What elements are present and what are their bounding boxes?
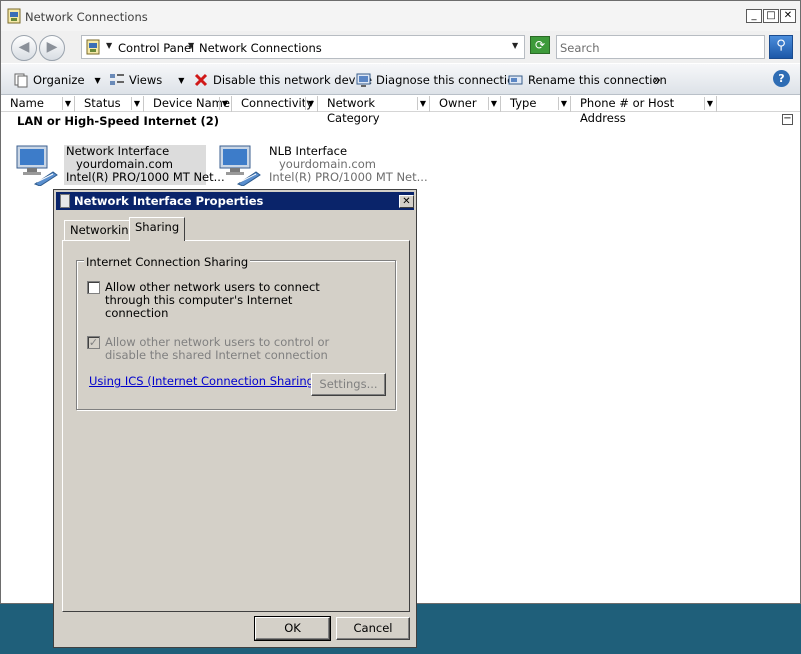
search-placeholder: Search: [560, 41, 600, 55]
allow-connect-checkbox[interactable]: [87, 281, 100, 294]
chevron-down-icon[interactable]: ▼: [131, 97, 142, 110]
breadcrumb-network-connections[interactable]: Network Connections: [199, 41, 322, 55]
chevron-down-icon[interactable]: ▼: [417, 97, 428, 110]
rename-label: Rename this connection: [528, 73, 667, 87]
back-arrow-icon: ◀: [18, 39, 30, 55]
diagnose-icon: [356, 73, 371, 87]
dialog-title: Network Interface Properties: [74, 194, 264, 208]
chevron-down-icon[interactable]: ▼: [704, 97, 715, 110]
dialog-close-button[interactable]: ✕: [399, 195, 414, 208]
back-button[interactable]: ◀: [11, 35, 37, 61]
views-icon: [110, 74, 124, 85]
dialog-title-bar[interactable]: Network Interface Properties ✕: [56, 192, 414, 210]
search-button[interactable]: ⚲: [769, 35, 793, 59]
network-adapter-icon: [60, 194, 70, 208]
settings-button: Settings...: [311, 373, 386, 396]
maximize-button[interactable]: □: [763, 9, 779, 23]
column-network-category[interactable]: Network Category ▼: [318, 96, 430, 125]
network-folder-icon: [7, 8, 21, 24]
chevron-down-icon[interactable]: ▼: [62, 97, 73, 110]
address-dropdown-icon[interactable]: ▼: [512, 41, 518, 50]
connection-item-nlb-interface[interactable]: NLB Interface yourdomain.com Intel(R) PR…: [216, 144, 428, 186]
chevron-down-icon[interactable]: ▼: [488, 97, 499, 110]
command-toolbar: Organize ▼ Views ▼ Disable this network …: [1, 64, 800, 95]
properties-dialog: Network Interface Properties ✕ Networkin…: [53, 189, 417, 648]
column-device-name[interactable]: Device Name ▼: [144, 96, 232, 112]
refresh-button[interactable]: ⟳: [530, 36, 550, 54]
diagnose-button[interactable]: Diagnose this connection: [356, 71, 521, 89]
breadcrumb-control-panel[interactable]: Control Panel: [118, 41, 194, 55]
network-adapter-icon: [219, 145, 261, 186]
connection-item-network-interface[interactable]: Network Interface yourdomain.com Intel(R…: [13, 144, 225, 186]
connection-item-label: NLB Interface yourdomain.com Intel(R) PR…: [269, 145, 428, 184]
breadcrumb-separator-icon[interactable]: ▼: [188, 41, 194, 50]
rename-icon: [508, 75, 523, 85]
breadcrumb-separator-icon[interactable]: ▼: [106, 41, 112, 50]
views-label: Views: [129, 73, 163, 87]
window-title: Network Connections: [25, 10, 148, 24]
column-status[interactable]: Status ▼: [75, 96, 144, 112]
column-connectivity[interactable]: Connectivity ▼: [232, 96, 318, 112]
forward-arrow-icon: ▶: [46, 39, 58, 55]
address-bar[interactable]: ▼ Control Panel ▼ Network Connections ▼: [81, 35, 525, 59]
column-name[interactable]: Name ▼: [1, 96, 75, 112]
chevron-down-icon: ▼: [178, 75, 185, 85]
allow-control-label: Allow other network users to control or …: [105, 335, 330, 362]
connection-device: Intel(R) PRO/1000 MT Net...: [66, 170, 225, 184]
tab-sharing[interactable]: Sharing: [129, 217, 186, 241]
rename-button[interactable]: Rename this connection: [508, 71, 667, 89]
chevron-down-icon: ▼: [94, 75, 101, 85]
column-headers: Name ▼ Status ▼ Device Name ▼ Connectivity ▼…: [1, 96, 800, 125]
search-input[interactable]: Search: [556, 35, 765, 59]
refresh-icon: ⟳: [534, 38, 546, 52]
close-button[interactable]: ✕: [780, 9, 796, 23]
organize-icon: [14, 73, 28, 88]
chevron-down-icon[interactable]: ▼: [305, 97, 316, 110]
control-panel-icon: [86, 39, 100, 55]
column-type[interactable]: Type ▼: [501, 96, 571, 112]
help-icon[interactable]: ?: [773, 70, 790, 87]
double-chevron-icon: »: [653, 72, 661, 88]
column-phone-host[interactable]: Phone # or Host Address ▼: [571, 96, 717, 125]
cancel-button[interactable]: Cancel: [336, 617, 410, 640]
title-bar[interactable]: Network Connections _ □ ✕: [1, 1, 800, 31]
more-commands-button[interactable]: »: [653, 71, 661, 89]
red-x-icon: [194, 73, 208, 87]
navigation-bar: ◀ ▶ ▼ Control Panel ▼ Network Connection…: [1, 31, 800, 63]
column-owner[interactable]: Owner ▼: [430, 96, 501, 112]
network-adapter-icon: [16, 145, 58, 186]
diagnose-label: Diagnose this connection: [376, 73, 522, 87]
ics-help-link[interactable]: Using ICS (Internet Connection Sharing): [89, 374, 318, 388]
chevron-down-icon[interactable]: ▼: [219, 97, 230, 110]
allow-connect-label[interactable]: Allow other network users to connect thr…: [105, 281, 355, 320]
search-icon: ⚲: [776, 38, 786, 53]
group-header[interactable]: LAN or High-Speed Internet (2): [17, 114, 219, 128]
collapse-icon[interactable]: −: [782, 114, 793, 125]
minimize-button[interactable]: _: [746, 9, 762, 23]
disable-device-label: Disable this network device: [213, 73, 373, 87]
forward-button[interactable]: ▶: [39, 35, 65, 61]
chevron-down-icon[interactable]: ▼: [558, 97, 569, 110]
connection-item-label: Network Interface yourdomain.com Intel(R…: [64, 145, 225, 185]
organize-label: Organize: [33, 73, 85, 87]
views-button[interactable]: Views ▼: [109, 71, 184, 89]
connection-device: Intel(R) PRO/1000 MT Net...: [269, 170, 428, 184]
disable-device-button[interactable]: Disable this network device: [193, 71, 372, 89]
ics-groupbox-label: Internet Connection Sharing: [84, 255, 251, 269]
ok-button[interactable]: OK: [254, 616, 331, 641]
organize-button[interactable]: Organize ▼: [13, 71, 101, 89]
checkmark-icon: ✓: [88, 336, 99, 349]
allow-control-checkbox: ✓: [87, 336, 100, 349]
